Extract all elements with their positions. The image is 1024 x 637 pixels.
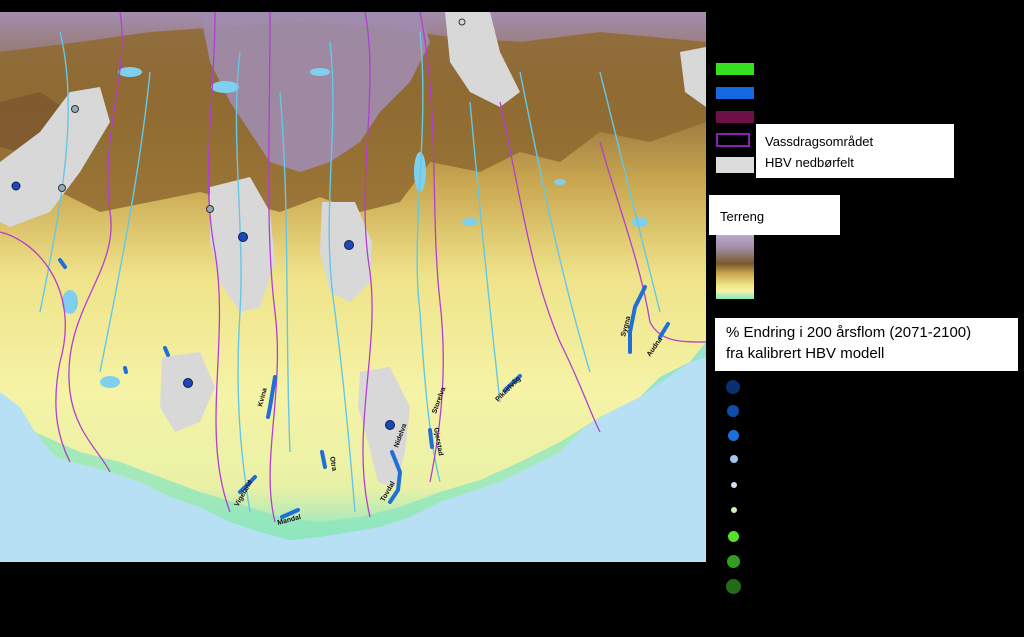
legend-change-dot-5 xyxy=(731,482,737,488)
legend-change-dot-1 xyxy=(726,380,740,394)
legend-change-dot-3 xyxy=(728,430,739,441)
terrain-map: Kvina Vigeland Mandal Otra Tovdal Nidelv… xyxy=(0,12,706,562)
legend-change-dot-7 xyxy=(728,531,739,542)
legend-change-dot-9 xyxy=(726,579,741,594)
legend-swatch-blue xyxy=(716,87,754,99)
station-marker xyxy=(238,232,248,242)
legend-swatch-green xyxy=(716,63,754,75)
legend-change-dot-8 xyxy=(727,555,740,568)
legend-terrain-title: Terreng xyxy=(720,209,765,224)
station-marker xyxy=(344,240,354,250)
legend-catchment-label: HBV nedbørfelt xyxy=(765,155,854,170)
station-marker xyxy=(385,420,395,430)
station-marker xyxy=(183,378,193,388)
station-marker xyxy=(458,18,466,26)
station-marker xyxy=(58,184,66,192)
legend-swatch-maroon xyxy=(716,111,754,123)
station-marker xyxy=(206,205,214,213)
legend-boundary-symbol xyxy=(716,133,750,147)
legend-terrain-gradient xyxy=(716,235,754,299)
station-marker xyxy=(11,181,21,191)
legend-change-title-1: % Endring i 200 årsflom (2071-2100) xyxy=(726,324,972,341)
legend-boundary-label: Vassdragsområdet xyxy=(765,134,874,149)
station-marker xyxy=(71,105,79,113)
legend-change-dot-4 xyxy=(730,455,738,463)
legend-catchment-symbol xyxy=(716,157,754,173)
legend-change-dot-6 xyxy=(731,507,737,513)
legend-change-dot-2 xyxy=(727,405,739,417)
legend-change-title-2: fra kalibrert HBV modell xyxy=(726,345,885,362)
